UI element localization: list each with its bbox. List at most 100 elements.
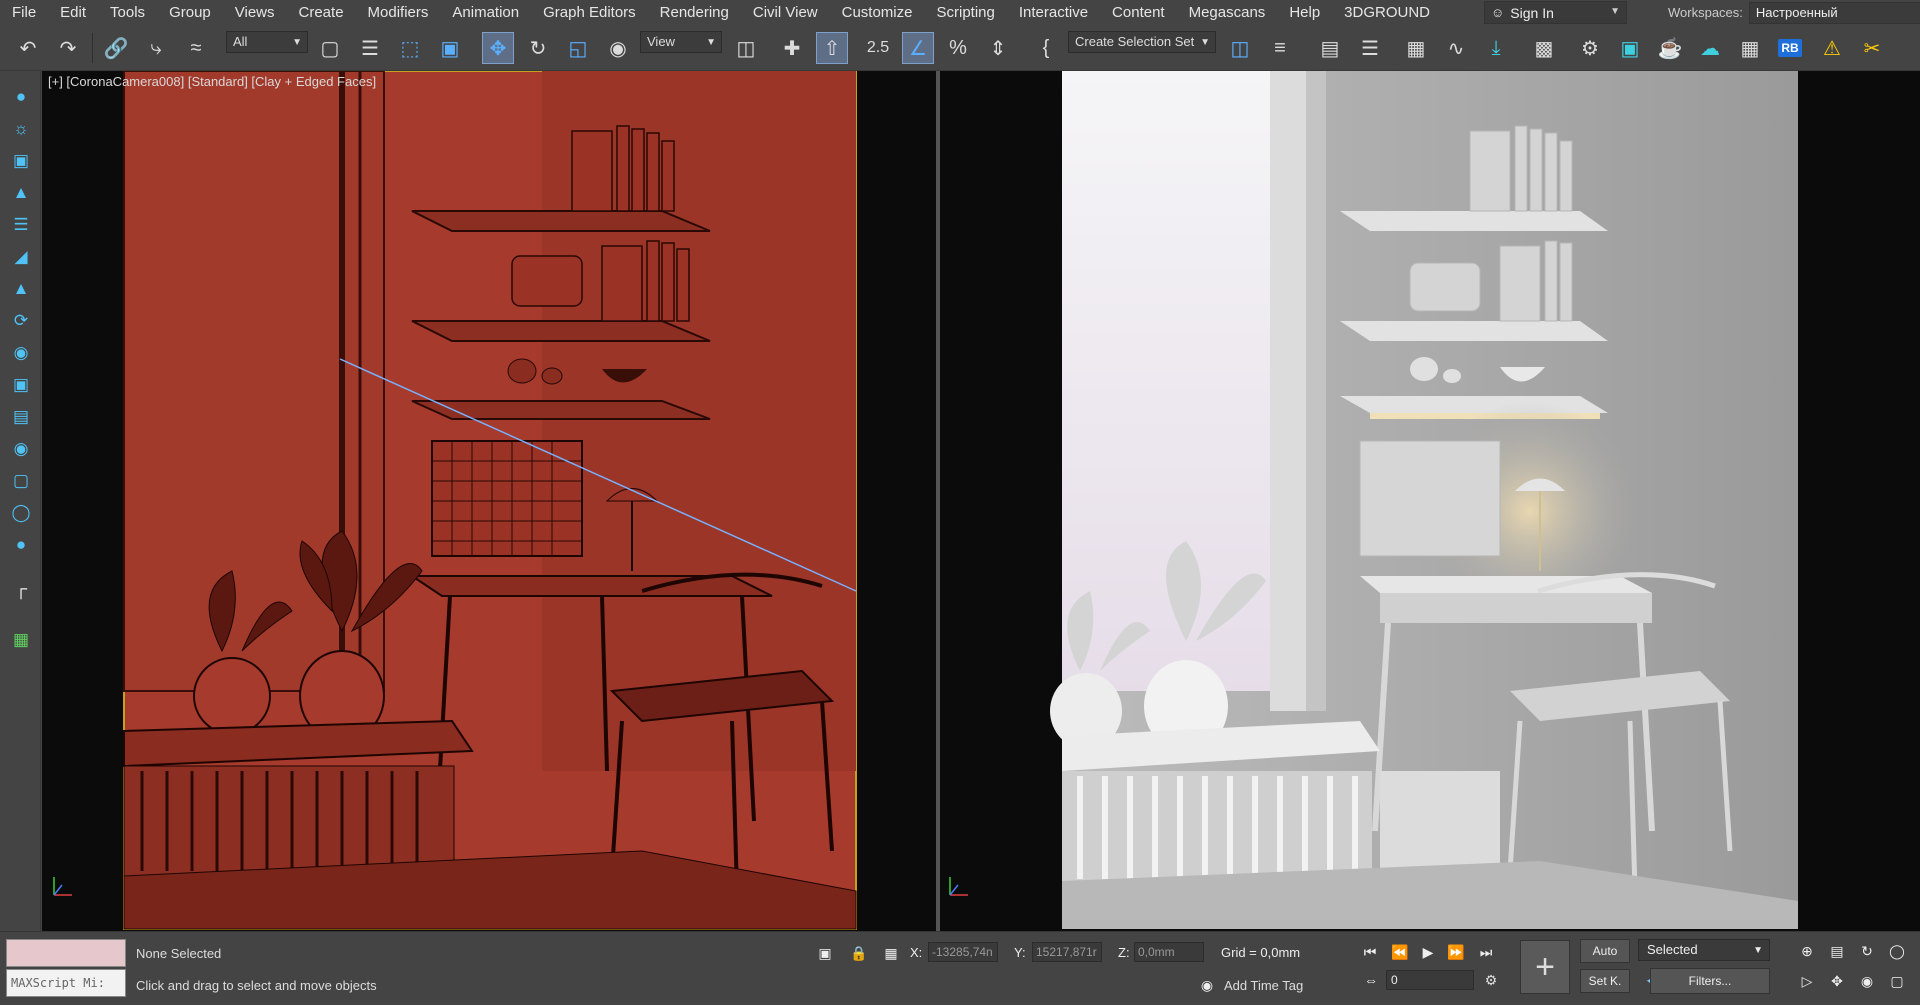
undo-icon[interactable]: ↶: [12, 32, 44, 64]
align-icon[interactable]: ≡: [1264, 32, 1296, 64]
isolate-selection-icon[interactable]: ▣: [814, 942, 836, 964]
menu-item-views[interactable]: Views: [223, 0, 287, 25]
menu-item-megascans[interactable]: Megascans: [1177, 0, 1278, 25]
door-icon[interactable]: ▲: [8, 276, 34, 302]
sign-in-dropdown[interactable]: ☺ Sign In ▼: [1484, 1, 1627, 24]
z-coordinate-field[interactable]: 0,0mm: [1134, 942, 1204, 962]
scissors-icon[interactable]: ✂: [1856, 32, 1888, 64]
toggle-scene-explorer-icon[interactable]: ▤: [1314, 32, 1346, 64]
menu-item-file[interactable]: File: [0, 0, 48, 25]
corner-icon[interactable]: ┌: [8, 576, 34, 602]
key-mode-icon[interactable]: ⇔: [1360, 969, 1382, 991]
key-filter-select[interactable]: Selected ▼: [1638, 939, 1770, 961]
rendered-frame-window-icon[interactable]: ▣: [1614, 32, 1646, 64]
named-selection-set-select[interactable]: Create Selection Set ▼: [1068, 31, 1216, 53]
select-object-icon[interactable]: ▢: [314, 32, 346, 64]
snaps-toggle-icon[interactable]: 2.5: [862, 32, 894, 64]
previous-frame-icon[interactable]: ⏪: [1388, 940, 1412, 964]
menu-item-create[interactable]: Create: [287, 0, 356, 25]
use-pivot-center-icon[interactable]: ◫: [730, 32, 762, 64]
render-in-cloud-icon[interactable]: ▦: [1734, 32, 1766, 64]
frame-icon[interactable]: ▢: [8, 468, 34, 494]
rotate-icon[interactable]: ⟳: [8, 308, 34, 334]
object-color-swatch[interactable]: [6, 939, 126, 967]
x-coordinate-field[interactable]: -13285,74n: [928, 942, 998, 962]
menu-item-help[interactable]: Help: [1277, 0, 1332, 25]
viewport-left[interactable]: [42, 71, 936, 931]
selection-filter-select[interactable]: All ▼: [226, 31, 308, 53]
render-setup-icon[interactable]: ⚙: [1574, 32, 1606, 64]
snapshot-icon[interactable]: ▣: [8, 372, 34, 398]
maximize-viewport-icon[interactable]: ▢: [1886, 970, 1908, 992]
grid-icon[interactable]: ▦: [8, 627, 34, 653]
set-key-icon[interactable]: +: [1520, 940, 1570, 994]
unlink-icon[interactable]: ⤷: [140, 32, 172, 64]
menu-item-rendering[interactable]: Rendering: [648, 0, 741, 25]
play-icon[interactable]: ▶: [1416, 940, 1440, 964]
redo-icon[interactable]: ↷: [52, 32, 84, 64]
absolute-mode-icon[interactable]: ▦: [880, 942, 902, 964]
menu-item-3dground[interactable]: 3DGROUND: [1332, 0, 1442, 25]
keyboard-shortcut-override-icon[interactable]: ⇧: [816, 32, 848, 64]
edit-named-selection-icon[interactable]: {: [1030, 32, 1062, 64]
group-icon[interactable]: ◉: [8, 436, 34, 462]
select-pointer-icon[interactable]: ▷: [1796, 970, 1818, 992]
rb-plugin-icon[interactable]: RB: [1774, 32, 1806, 64]
schematic-view-icon[interactable]: ⤓: [1480, 32, 1512, 64]
list-icon[interactable]: ☰: [8, 212, 34, 238]
go-to-start-icon[interactable]: ⏮: [1358, 940, 1382, 964]
viewport-label[interactable]: [+] [CoronaCamera008] [Standard] [Clay +…: [48, 74, 376, 89]
stairs-icon[interactable]: ◢: [8, 244, 34, 270]
auto-key-button[interactable]: Auto: [1580, 939, 1630, 963]
workspaces-select[interactable]: Настроенный ▼: [1748, 1, 1920, 24]
window-crossing-icon[interactable]: ▣: [434, 32, 466, 64]
current-frame-spinner[interactable]: 0: [1386, 970, 1474, 990]
select-and-rotate-icon[interactable]: ↻: [522, 32, 554, 64]
y-coordinate-field[interactable]: 15217,871r: [1032, 942, 1102, 962]
tree-icon[interactable]: ▲: [8, 180, 34, 206]
next-frame-icon[interactable]: ⏩: [1444, 940, 1468, 964]
bind-space-warp-icon[interactable]: ≈: [180, 32, 212, 64]
orbit-icon[interactable]: ◯: [8, 500, 34, 526]
select-and-move-icon[interactable]: ✥: [482, 32, 514, 64]
menu-item-group[interactable]: Group: [157, 0, 223, 25]
toggle-ribbon-icon[interactable]: ▦: [1400, 32, 1432, 64]
orbit-subobject-icon[interactable]: ◉: [1856, 970, 1878, 992]
menu-item-civil-view[interactable]: Civil View: [741, 0, 830, 25]
select-and-scale-icon[interactable]: ◱: [562, 32, 594, 64]
bulb-icon[interactable]: ●: [8, 532, 34, 558]
sphere-icon[interactable]: ◉: [8, 340, 34, 366]
set-key-button[interactable]: Set K.: [1580, 969, 1630, 993]
menu-item-graph-editors[interactable]: Graph Editors: [531, 0, 648, 25]
menu-item-customize[interactable]: Customize: [830, 0, 925, 25]
camera-icon[interactable]: ▣: [8, 148, 34, 174]
time-tag-icon[interactable]: ◉: [1196, 974, 1218, 996]
go-to-end-icon[interactable]: ⏭: [1474, 940, 1498, 964]
curve-editor-icon[interactable]: ∿: [1440, 32, 1472, 64]
link-icon[interactable]: 🔗: [100, 32, 132, 64]
lock-icon[interactable]: 🔒: [848, 942, 870, 964]
filters-button[interactable]: Filters...: [1650, 968, 1770, 994]
menu-item-content[interactable]: Content: [1100, 0, 1177, 25]
menu-item-edit[interactable]: Edit: [48, 0, 98, 25]
material-editor-icon[interactable]: ▩: [1528, 32, 1560, 64]
field-of-view-icon[interactable]: ◯: [1886, 940, 1908, 962]
sun-icon[interactable]: ☼: [8, 116, 34, 142]
warning-icon[interactable]: ⚠: [1816, 32, 1848, 64]
menu-item-scripting[interactable]: Scripting: [924, 0, 1006, 25]
percent-snap-icon[interactable]: %: [942, 32, 974, 64]
rect-selection-region-icon[interactable]: ⬚: [394, 32, 426, 64]
viewport-right[interactable]: [940, 71, 1920, 931]
select-manipulate-icon[interactable]: ✚: [776, 32, 808, 64]
menu-item-modifiers[interactable]: Modifiers: [356, 0, 441, 25]
pan-view-icon[interactable]: ✥: [1826, 970, 1848, 992]
select-and-place-icon[interactable]: ◉: [602, 32, 634, 64]
light-icon[interactable]: ●: [8, 84, 34, 110]
toggle-layer-explorer-icon[interactable]: ☰: [1354, 32, 1386, 64]
select-by-name-icon[interactable]: ☰: [354, 32, 386, 64]
orbit-view-icon[interactable]: ↻: [1856, 940, 1878, 962]
time-configuration-icon[interactable]: ⚙: [1480, 969, 1502, 991]
menu-item-animation[interactable]: Animation: [440, 0, 531, 25]
spinner-snap-icon[interactable]: ⇕: [982, 32, 1014, 64]
add-time-tag[interactable]: Add Time Tag: [1224, 978, 1303, 993]
